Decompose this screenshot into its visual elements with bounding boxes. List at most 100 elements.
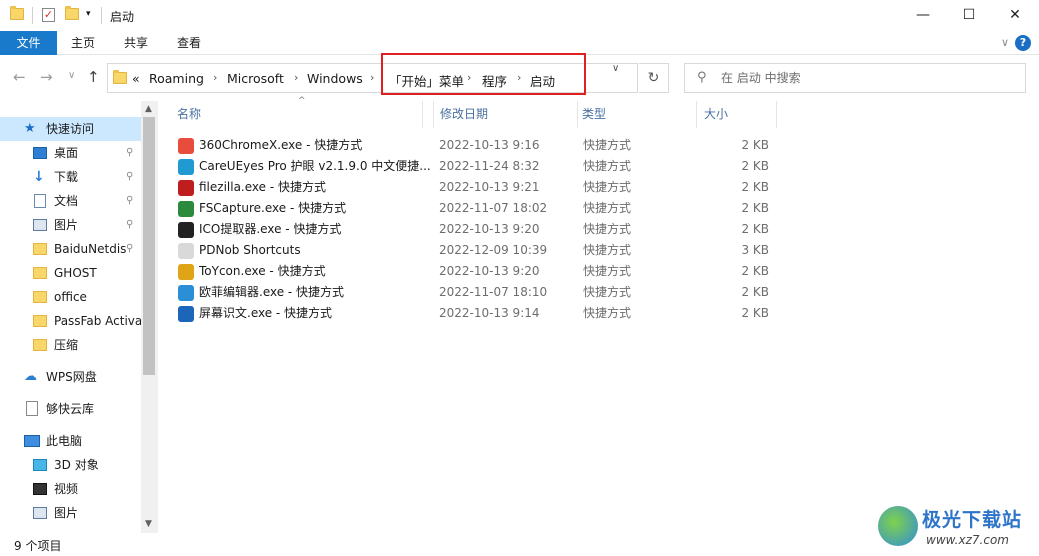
- table-row[interactable]: ICO提取器.exe - 快捷方式 2022-10-13 9:20 快捷方式 2 KB: [176, 219, 776, 240]
- scrollbar-thumb[interactable]: [143, 117, 155, 375]
- tab-home[interactable]: 主页: [59, 31, 107, 55]
- chevron-right-icon[interactable]: ›: [213, 71, 217, 84]
- sidebar-item-passfab[interactable]: PassFab Activa: [0, 309, 141, 333]
- column-header-type[interactable]: 类型: [565, 101, 697, 128]
- forward-button[interactable]: →: [40, 68, 53, 86]
- address-dropdown-button[interactable]: ∨: [612, 63, 619, 74]
- watermark-url: www.xz7.com: [926, 533, 1009, 547]
- sidebar-item-ghost[interactable]: GHOST: [0, 261, 141, 285]
- file-date: 2022-11-07 18:10: [439, 285, 548, 299]
- file-size: 2 KB: [741, 159, 769, 173]
- file-name: ICO提取器.exe - 快捷方式: [199, 222, 342, 236]
- shortcut-icon: [178, 180, 194, 196]
- sidebar-item-label: 视频: [54, 482, 79, 496]
- table-row[interactable]: 屏幕识文.exe - 快捷方式 2022-10-13 9:14 快捷方式 2 KB: [176, 303, 776, 324]
- video-icon: [33, 483, 47, 495]
- back-button[interactable]: ←: [13, 68, 26, 86]
- column-header-date[interactable]: 修改日期: [422, 101, 578, 128]
- shortcut-icon: [178, 201, 194, 217]
- watermark-brand: 极光下载站: [922, 509, 1023, 531]
- divider: [32, 7, 33, 24]
- navigation-pane: ★ 快速访问 桌面 ⚲ ↓ 下载 ⚲ 文档 ⚲ 图片 ⚲ BaiduNetdis…: [0, 101, 158, 533]
- tab-file[interactable]: 文件: [0, 31, 57, 55]
- search-icon: ⚲: [697, 70, 707, 85]
- pin-icon: ⚲: [126, 243, 134, 254]
- file-type: 快捷方式: [583, 159, 632, 173]
- file-date: 2022-10-13 9:20: [439, 264, 540, 278]
- column-header-name[interactable]: 名称: [160, 101, 434, 128]
- search-box[interactable]: ⚲: [684, 63, 1026, 93]
- sidebar-item-downloads[interactable]: ↓ 下载 ⚲: [0, 165, 141, 189]
- pictures-icon: [33, 219, 47, 231]
- sidebar-item-pictures[interactable]: 图片 ⚲: [0, 213, 141, 237]
- sidebar-item-label: 下载: [54, 170, 79, 184]
- sidebar-item-label: office: [54, 290, 87, 304]
- table-row[interactable]: filezilla.exe - 快捷方式 2022-10-13 9:21 快捷方式 2…: [176, 177, 776, 198]
- breadcrumb-microsoft[interactable]: Microsoft: [227, 71, 284, 86]
- up-button[interactable]: ↑: [87, 68, 100, 86]
- sidebar-item-wps-cloud[interactable]: ☁ WPS网盘: [0, 365, 141, 389]
- pin-icon: ⚲: [126, 147, 134, 158]
- search-input[interactable]: [721, 69, 1011, 87]
- folder-icon: [10, 6, 24, 20]
- sidebar-item-compressed[interactable]: 压缩: [0, 333, 141, 357]
- item-count: 9 个项目: [14, 539, 62, 553]
- sidebar-item-gokuai[interactable]: 够快云库: [0, 397, 141, 421]
- file-size: 2 KB: [741, 201, 769, 215]
- sidebar-item-videos[interactable]: 视频: [0, 477, 141, 501]
- file-date: 2022-11-24 8:32: [439, 159, 540, 173]
- chevron-right-icon[interactable]: ›: [370, 71, 374, 84]
- scroll-down-icon[interactable]: ▼: [145, 519, 152, 529]
- folder-icon: [33, 291, 47, 303]
- sidebar-item-this-pc[interactable]: 此电脑: [0, 429, 141, 453]
- sidebar-item-pictures-pc[interactable]: 图片: [0, 501, 141, 525]
- table-row[interactable]: FSCapture.exe - 快捷方式 2022-11-07 18:02 快捷方式…: [176, 198, 776, 219]
- file-icon: [26, 401, 38, 416]
- file-type: 快捷方式: [583, 180, 632, 194]
- navpane-scrollbar[interactable]: ▲ ▼: [141, 101, 158, 533]
- sidebar-item-label: 压缩: [54, 338, 79, 352]
- tab-view[interactable]: 查看: [165, 31, 213, 55]
- recent-locations-button[interactable]: ∨: [68, 70, 75, 81]
- table-row[interactable]: 360ChromeX.exe - 快捷方式 2022-10-13 9:16 快捷方式…: [176, 135, 776, 156]
- table-row[interactable]: PDNob Shortcuts 2022-12-09 10:39 快捷方式 3 KB: [176, 240, 776, 261]
- star-icon: ★: [24, 121, 36, 136]
- cloud-icon: ☁: [24, 369, 37, 384]
- file-name: ToYcon.exe - 快捷方式: [199, 264, 326, 278]
- chevron-right-icon[interactable]: ›: [294, 71, 298, 84]
- help-icon[interactable]: ?: [1015, 35, 1031, 51]
- address-overflow[interactable]: «: [132, 71, 140, 86]
- file-type: 快捷方式: [583, 243, 632, 257]
- sidebar-item-documents[interactable]: 文档 ⚲: [0, 189, 141, 213]
- file-date: 2022-10-13 9:21: [439, 180, 540, 194]
- sidebar-item-quick-access[interactable]: ★ 快速访问: [0, 117, 141, 141]
- close-button[interactable]: ✕: [992, 0, 1038, 31]
- tab-share[interactable]: 共享: [112, 31, 160, 55]
- breadcrumb-roaming[interactable]: Roaming: [149, 71, 204, 86]
- sidebar-item-desktop[interactable]: 桌面 ⚲: [0, 141, 141, 165]
- sidebar-item-baidunetdisk[interactable]: BaiduNetdis ⚲: [0, 237, 141, 261]
- breadcrumb-windows[interactable]: Windows: [307, 71, 363, 86]
- sidebar-item-office[interactable]: office: [0, 285, 141, 309]
- column-header-size[interactable]: 大小: [687, 101, 777, 128]
- table-row[interactable]: 欧菲编辑器.exe - 快捷方式 2022-11-07 18:10 快捷方式 2 KB: [176, 282, 776, 303]
- properties-icon[interactable]: ✓: [42, 8, 55, 22]
- file-name: CareUEyes Pro 护眼 v2.1.9.0 中文便捷...: [199, 159, 431, 173]
- table-row[interactable]: CareUEyes Pro 护眼 v2.1.9.0 中文便捷... 2022-11…: [176, 156, 776, 177]
- minimize-button[interactable]: —: [900, 0, 946, 31]
- ribbon-expand-icon[interactable]: ∨: [1001, 36, 1009, 49]
- documents-icon: [34, 194, 46, 208]
- sidebar-item-label: 此电脑: [46, 434, 83, 448]
- pin-icon: ⚲: [126, 219, 134, 230]
- file-date: 2022-11-07 18:02: [439, 201, 548, 215]
- refresh-button[interactable]: ↻: [639, 63, 669, 93]
- highlight-box: [381, 53, 586, 95]
- scroll-up-icon[interactable]: ▲: [145, 104, 152, 114]
- folder-icon: [33, 339, 47, 351]
- customize-toolbar-icon[interactable]: ▾: [86, 9, 91, 19]
- file-type: 快捷方式: [583, 222, 632, 236]
- sidebar-item-3d-objects[interactable]: 3D 对象: [0, 453, 141, 477]
- maximize-button[interactable]: ☐: [946, 0, 992, 31]
- new-folder-icon[interactable]: [65, 6, 79, 20]
- table-row[interactable]: ToYcon.exe - 快捷方式 2022-10-13 9:20 快捷方式 2 KB: [176, 261, 776, 282]
